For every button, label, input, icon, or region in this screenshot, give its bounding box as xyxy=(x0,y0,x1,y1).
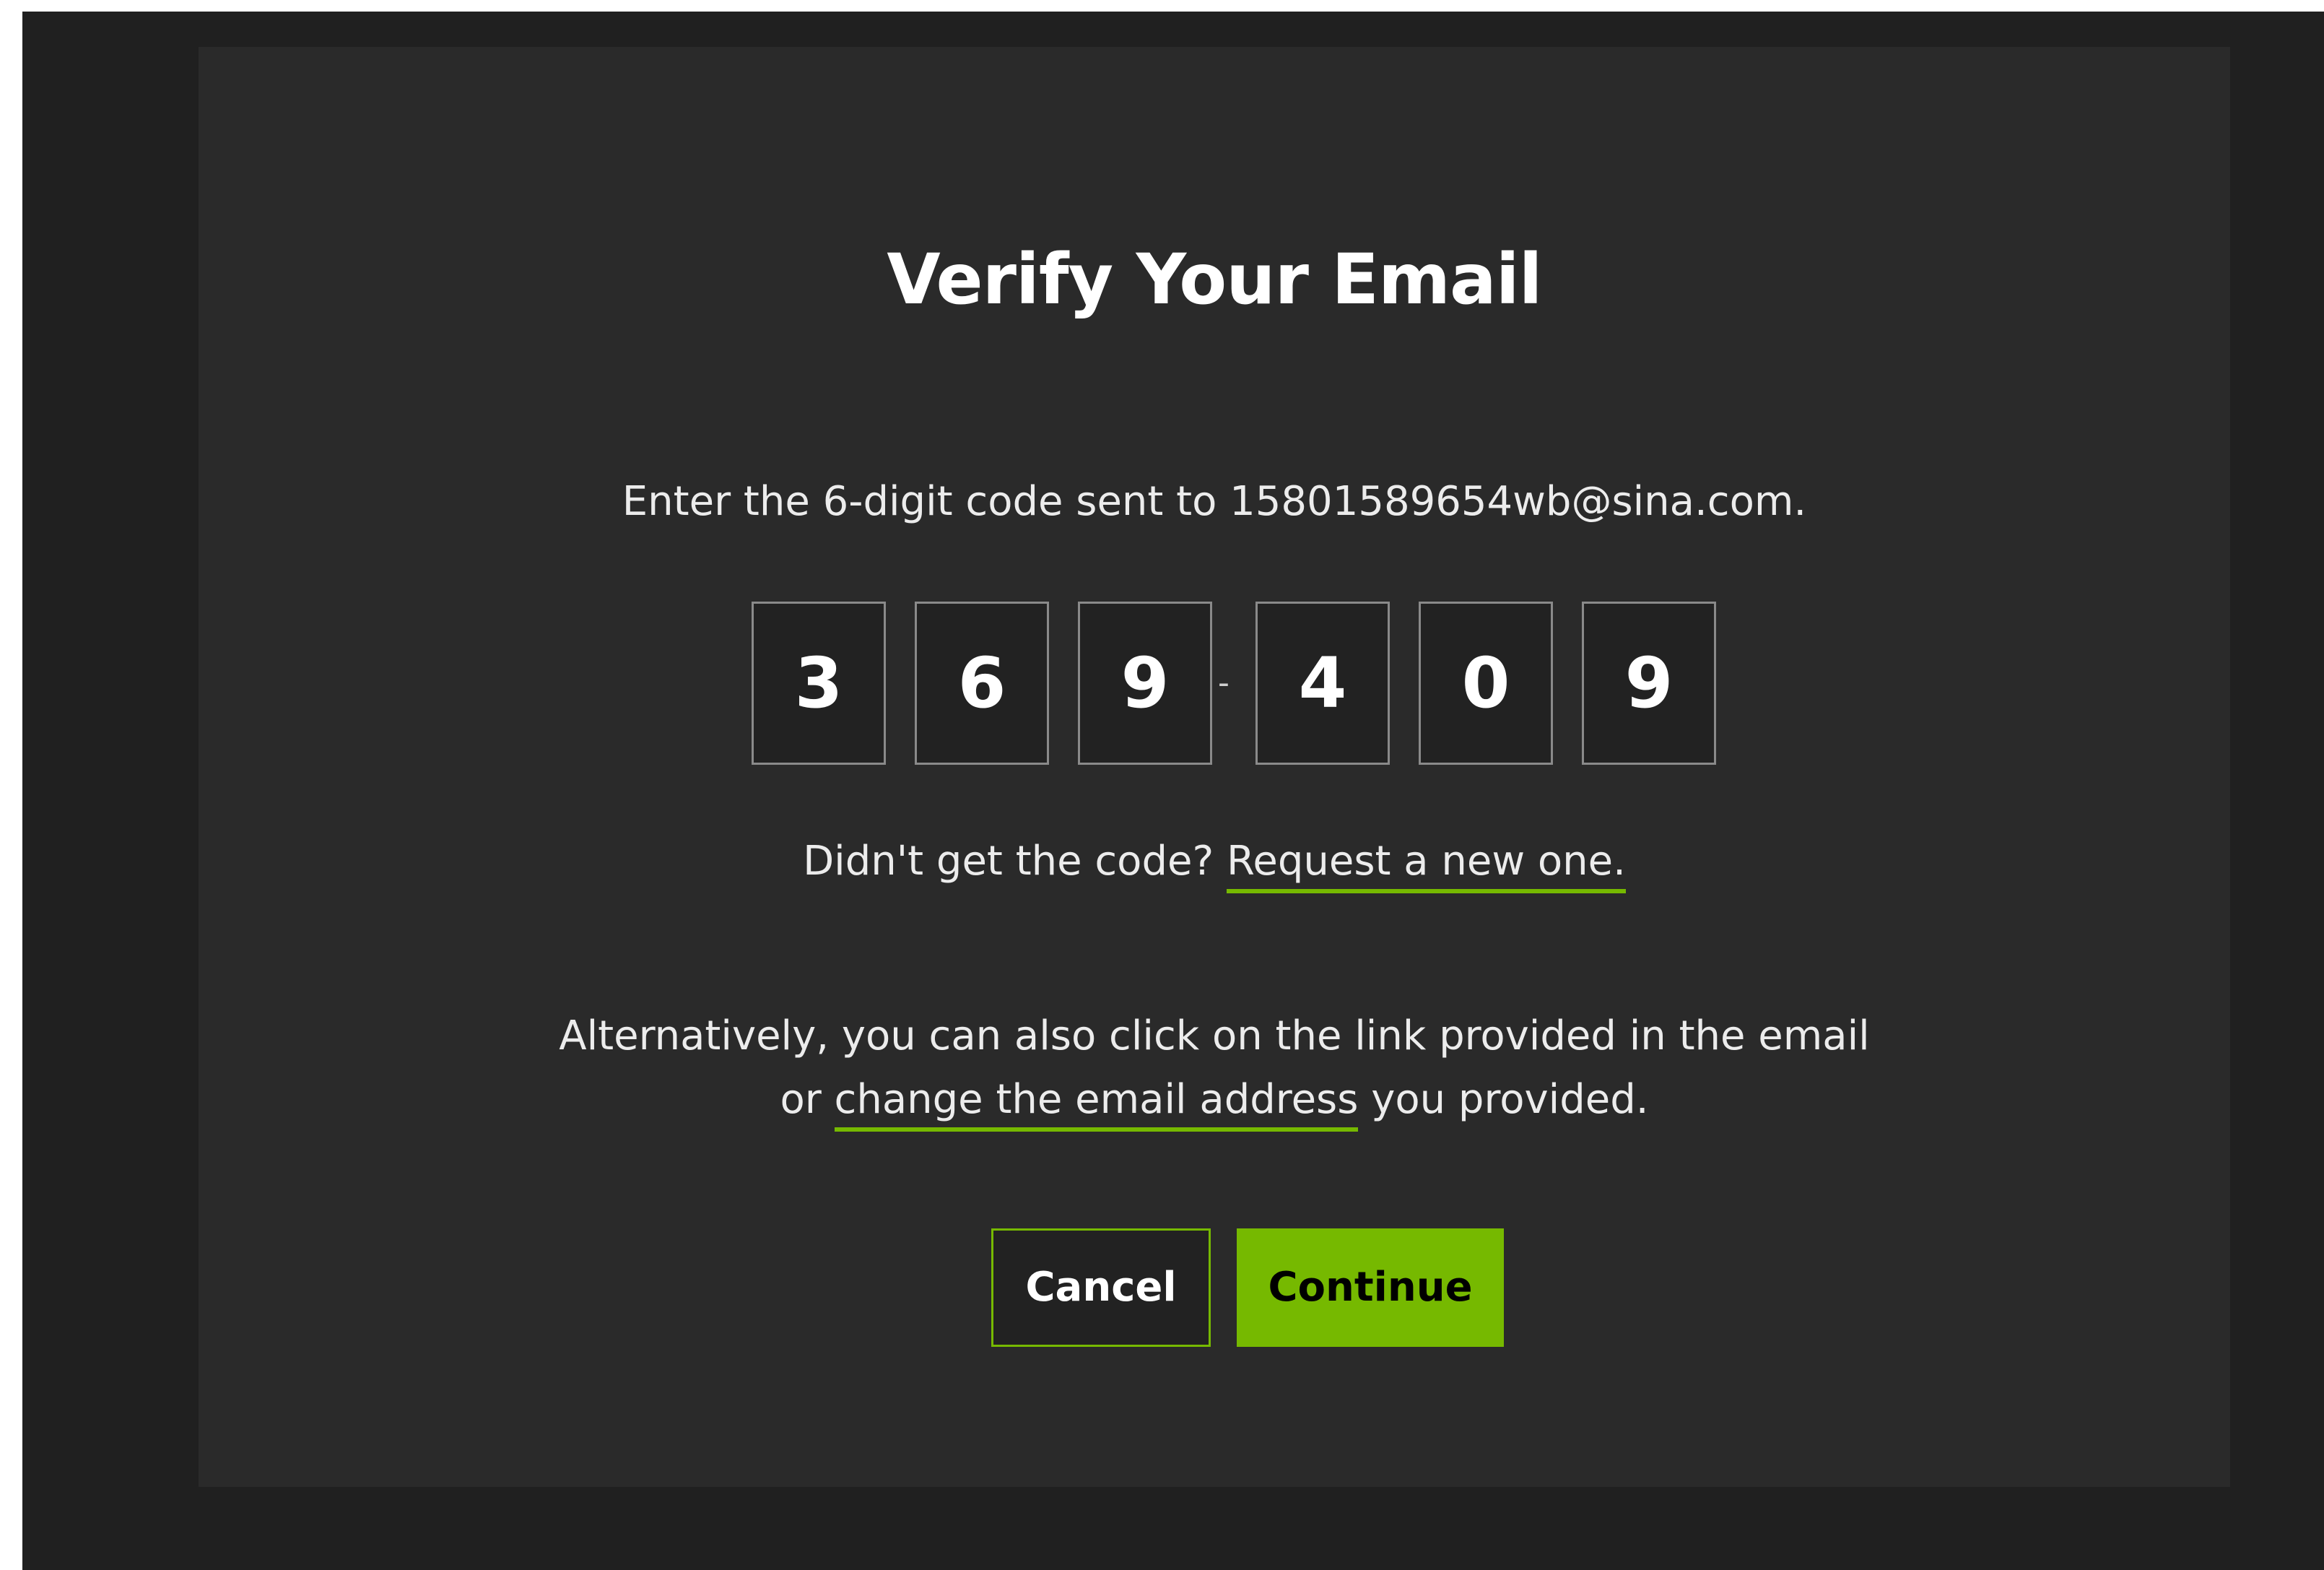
code-digit-5[interactable]: 0 xyxy=(1419,602,1553,765)
alternative-text: Alternatively, you can also click on the… xyxy=(199,1005,2230,1132)
code-digit-4[interactable]: 4 xyxy=(1255,602,1390,765)
code-instruction: Enter the 6-digit code sent to 158015896… xyxy=(199,477,2230,526)
code-digit-3[interactable]: 9 xyxy=(1078,602,1212,765)
change-email-link[interactable]: change the email address xyxy=(834,1076,1359,1132)
code-digit-6[interactable]: 9 xyxy=(1582,602,1716,765)
code-digit-1[interactable]: 3 xyxy=(752,602,886,765)
alt-suffix: you provided. xyxy=(1371,1076,1649,1123)
alternative-line-2: or change the email address you provided… xyxy=(199,1068,2230,1132)
instruction-suffix: . xyxy=(1793,478,1807,525)
alt-or: or xyxy=(780,1076,822,1123)
request-new-code-link[interactable]: Request a new one. xyxy=(1226,838,1626,893)
resend-line: Didn't get the code? Request a new one. xyxy=(199,837,2230,893)
resend-prompt: Didn't get the code? xyxy=(803,838,1214,885)
alternative-line-1: Alternatively, you can also click on the… xyxy=(559,1012,1870,1059)
page-background: Verify Your Email Enter the 6-digit code… xyxy=(22,12,2324,1570)
cancel-button[interactable]: Cancel xyxy=(991,1228,1211,1347)
continue-button[interactable]: Continue xyxy=(1237,1228,1504,1347)
email-address: 15801589654wb@sina.com xyxy=(1230,478,1794,525)
dialog-title: Verify Your Email xyxy=(887,239,1542,320)
verify-email-dialog: Verify Your Email Enter the 6-digit code… xyxy=(199,47,2230,1487)
instruction-prefix: Enter the 6-digit code sent to xyxy=(622,478,1230,525)
code-input-group: 3 6 9 - 4 0 9 xyxy=(199,602,2230,768)
code-digit-2[interactable]: 6 xyxy=(915,602,1049,765)
code-separator: - xyxy=(1218,664,1230,701)
